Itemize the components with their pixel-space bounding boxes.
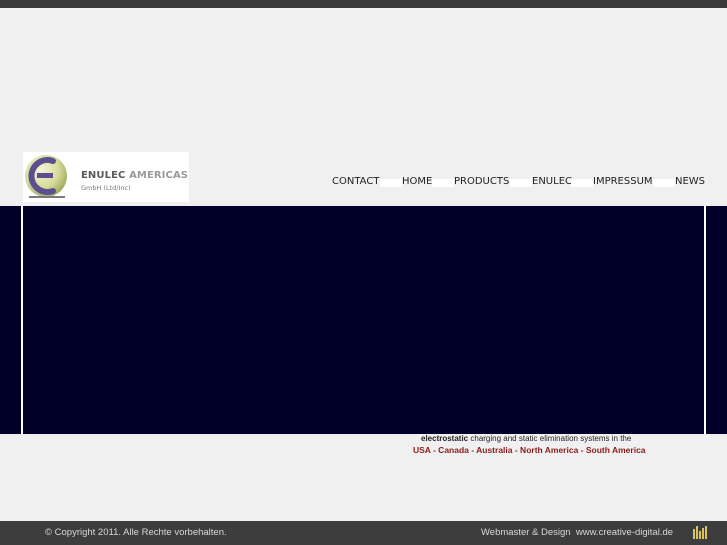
credit-link[interactable]: www.creative-digital.de [576, 527, 673, 538]
nav-products[interactable]: PRODUCTS [454, 176, 509, 187]
copyright-text: © Copyright 2011. Alle Rechte vorbehalte… [45, 527, 227, 538]
credit: Webmaster & Design www.creative-digital.… [481, 527, 674, 538]
tagline-regions: USA - Canada - Australia - North America… [413, 445, 646, 455]
nav-separator [571, 179, 593, 187]
nav-enulec[interactable]: ENULEC [532, 176, 572, 187]
logo-subtitle: GmbH (Ltd/Inc) [81, 184, 131, 192]
logo-name: ENULEC AMERICAS [81, 170, 189, 181]
nav-home[interactable]: HOME [402, 176, 432, 187]
hero-border-left [21, 206, 23, 434]
hero-banner [0, 206, 727, 434]
nav-separator [380, 179, 402, 187]
nav-news[interactable]: NEWS [675, 176, 705, 187]
nav-impressum[interactable]: IMPRESSUM [593, 176, 653, 187]
nav-separator [432, 179, 454, 187]
tagline-description: electrostatic charging and static elimin… [421, 434, 632, 443]
nav-contact[interactable]: CONTACT [332, 176, 379, 187]
footer: © Copyright 2011. Alle Rechte vorbehalte… [0, 521, 727, 545]
nav-separator [653, 179, 675, 187]
enulec-logo-icon [25, 155, 67, 198]
top-bar [0, 0, 727, 8]
hero-border-right [704, 206, 706, 434]
bars-icon[interactable] [693, 526, 707, 539]
nav-separator [510, 179, 532, 187]
site-logo[interactable]: ENULEC AMERICAS GmbH (Ltd/Inc) [23, 152, 189, 202]
